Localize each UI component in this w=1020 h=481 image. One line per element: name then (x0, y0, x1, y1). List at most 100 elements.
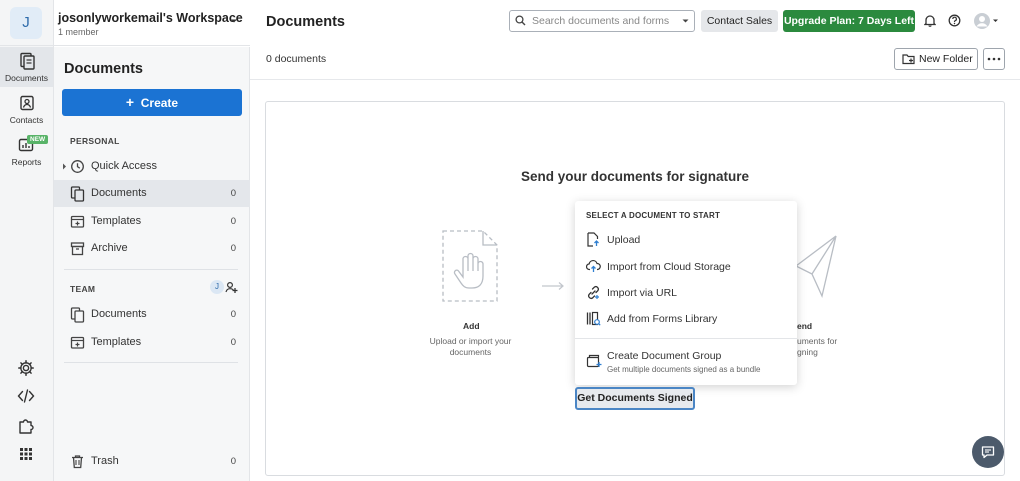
sidebar-item-label: Templates (91, 215, 142, 227)
menu-item-forms-library[interactable]: Add from Forms Library (575, 307, 797, 331)
team-template-icon (70, 336, 85, 349)
step-send-title: end (797, 321, 813, 331)
sidebar-item-trash[interactable]: Trash 0 (54, 448, 250, 475)
contact-sales-button[interactable]: Contact Sales (701, 10, 778, 32)
create-label: Create (140, 96, 179, 110)
documents-icon (19, 52, 35, 70)
divider (250, 79, 1020, 80)
archive-icon (70, 242, 85, 256)
sidebar-item-archive[interactable]: Archive 0 (54, 235, 250, 262)
create-button[interactable]: + Create (62, 89, 242, 116)
arrow-right-icon (542, 282, 564, 290)
documents-icon (70, 186, 85, 202)
empty-state-heading: Send your documents for signature (520, 169, 750, 184)
divider (64, 269, 238, 270)
sidebar-item-documents[interactable]: Documents 0 (54, 180, 250, 207)
user-avatar-icon (974, 13, 998, 29)
cloud-upload-icon (586, 260, 601, 272)
new-folder-label: New Folder (919, 53, 973, 65)
step-add-title: Add (463, 321, 480, 331)
menu-item-subtitle: Get multiple documents signed as a bundl… (607, 365, 761, 374)
workspace-switcher[interactable]: J josonlyworkemail's Workspace 1 member (0, 0, 250, 46)
template-icon (70, 215, 85, 228)
rail-documents[interactable]: Documents (0, 47, 53, 87)
divider (575, 338, 797, 339)
contacts-icon (19, 95, 34, 111)
rail-contacts[interactable]: Contacts (0, 93, 53, 127)
menu-item-label: Create Document Group (607, 350, 722, 362)
divider (64, 362, 238, 363)
document-count: 0 documents (266, 53, 327, 65)
new-folder-button[interactable]: New Folder (894, 48, 978, 70)
page-title: Documents (266, 14, 345, 30)
menu-item-cloud-storage[interactable]: Import from Cloud Storage (575, 255, 797, 279)
sidebar-item-label: Templates (91, 336, 142, 348)
sidebar-item-count: 0 (230, 456, 236, 467)
settings-icon[interactable] (17, 359, 35, 377)
help-icon[interactable] (948, 14, 961, 27)
bell-icon[interactable] (924, 14, 936, 27)
rail-label: Contacts (9, 115, 44, 125)
sidebar-item-count: 0 (230, 337, 236, 348)
sidebar-item-templates[interactable]: Templates 0 (54, 208, 250, 235)
get-documents-signed-button[interactable]: Get Documents Signed (575, 387, 695, 410)
select-document-menu: SELECT A DOCUMENT TO START Upload Import… (575, 201, 797, 385)
step-send-desc-line: gning (797, 347, 818, 357)
step-send-description: uments for gning (797, 336, 837, 358)
more-options-button[interactable] (983, 48, 1005, 70)
section-team: TEAM (70, 284, 96, 294)
upgrade-plan-button[interactable]: Upgrade Plan: 7 Days Left (783, 10, 915, 32)
sidebar-title: Documents (64, 61, 143, 77)
step-add-desc-line: Upload or import your (429, 336, 512, 346)
sidebar-item-count: 0 (230, 309, 236, 320)
user-menu[interactable] (973, 12, 1001, 30)
chat-support-button[interactable] (972, 436, 1004, 468)
sidebar-item-team-documents[interactable]: Documents 0 (54, 301, 250, 328)
paper-plane-illustration (794, 235, 837, 299)
folder-plus-icon (902, 54, 915, 65)
icon-rail: Documents Contacts Reports NEW (0, 0, 54, 481)
document-group-icon (586, 354, 602, 368)
team-documents-icon (70, 307, 85, 323)
sidebar-item-label: Documents (91, 187, 147, 199)
document-upload-illustration (442, 230, 498, 302)
apps-grid-icon[interactable] (19, 447, 33, 461)
code-icon[interactable] (17, 388, 35, 404)
rail-label: Reports (11, 157, 42, 167)
chat-icon (981, 446, 995, 459)
workspace-avatar: J (10, 7, 42, 39)
rail-label: Documents (5, 73, 48, 83)
step-add-desc-line: documents (449, 347, 492, 357)
sidebar-item-label: Trash (91, 455, 119, 467)
more-horizontal-icon (987, 57, 1001, 61)
workspace-name: josonlyworkemail's Workspace (58, 11, 243, 25)
rail-reports[interactable]: Reports NEW (0, 135, 53, 169)
sidebar-item-count: 0 (230, 243, 236, 254)
forms-library-icon (586, 311, 601, 326)
menu-item-label: Import from Cloud Storage (607, 261, 731, 273)
step-add-description: Upload or import your documents (418, 336, 523, 358)
plus-icon: + (125, 94, 135, 110)
chevron-down-icon[interactable] (682, 19, 689, 24)
menu-item-label: Add from Forms Library (607, 313, 718, 325)
workspace-members: 1 member (58, 27, 99, 37)
sidebar-item-label: Documents (91, 308, 147, 320)
step-send-desc-line: uments for (797, 336, 838, 346)
link-icon (588, 286, 599, 299)
new-badge: NEW (27, 135, 49, 144)
section-personal: PERSONAL (70, 136, 120, 146)
trash-icon (72, 455, 83, 469)
puzzle-icon[interactable] (17, 417, 35, 435)
menu-item-label: Import via URL (607, 287, 678, 299)
menu-item-upload[interactable]: Upload (575, 228, 797, 252)
sidebar-item-label: Archive (91, 242, 128, 254)
sidebar-item-count: 0 (230, 188, 236, 199)
menu-item-import-url[interactable]: Import via URL (575, 281, 797, 305)
menu-heading: SELECT A DOCUMENT TO START (586, 211, 721, 220)
sidebar: Documents + Create PERSONAL Quick Access… (54, 47, 250, 481)
team-member-avatar: J (210, 280, 224, 294)
search-input[interactable] (509, 10, 695, 32)
add-member-icon[interactable] (225, 281, 238, 294)
sidebar-item-team-templates[interactable]: Templates 0 (54, 329, 250, 356)
search-icon (515, 15, 526, 26)
